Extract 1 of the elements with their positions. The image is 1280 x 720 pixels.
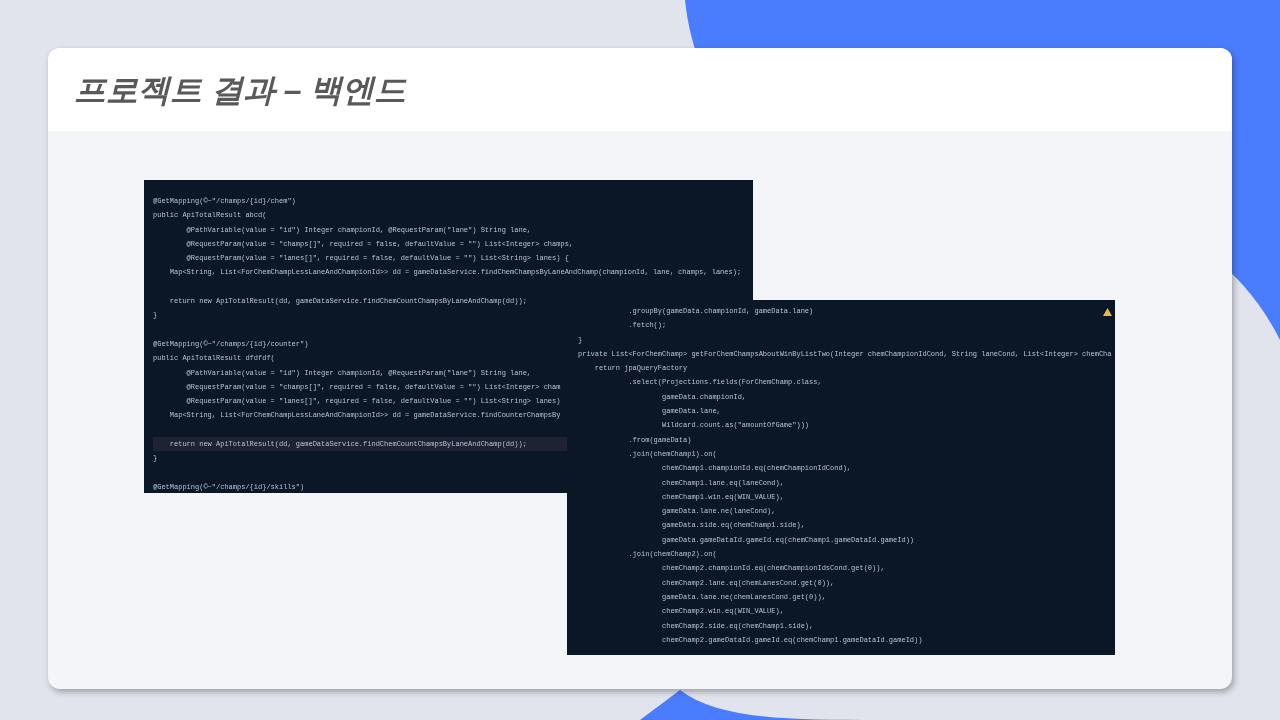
slide-title: 프로젝트 결과 – 백엔드 (74, 70, 407, 110)
